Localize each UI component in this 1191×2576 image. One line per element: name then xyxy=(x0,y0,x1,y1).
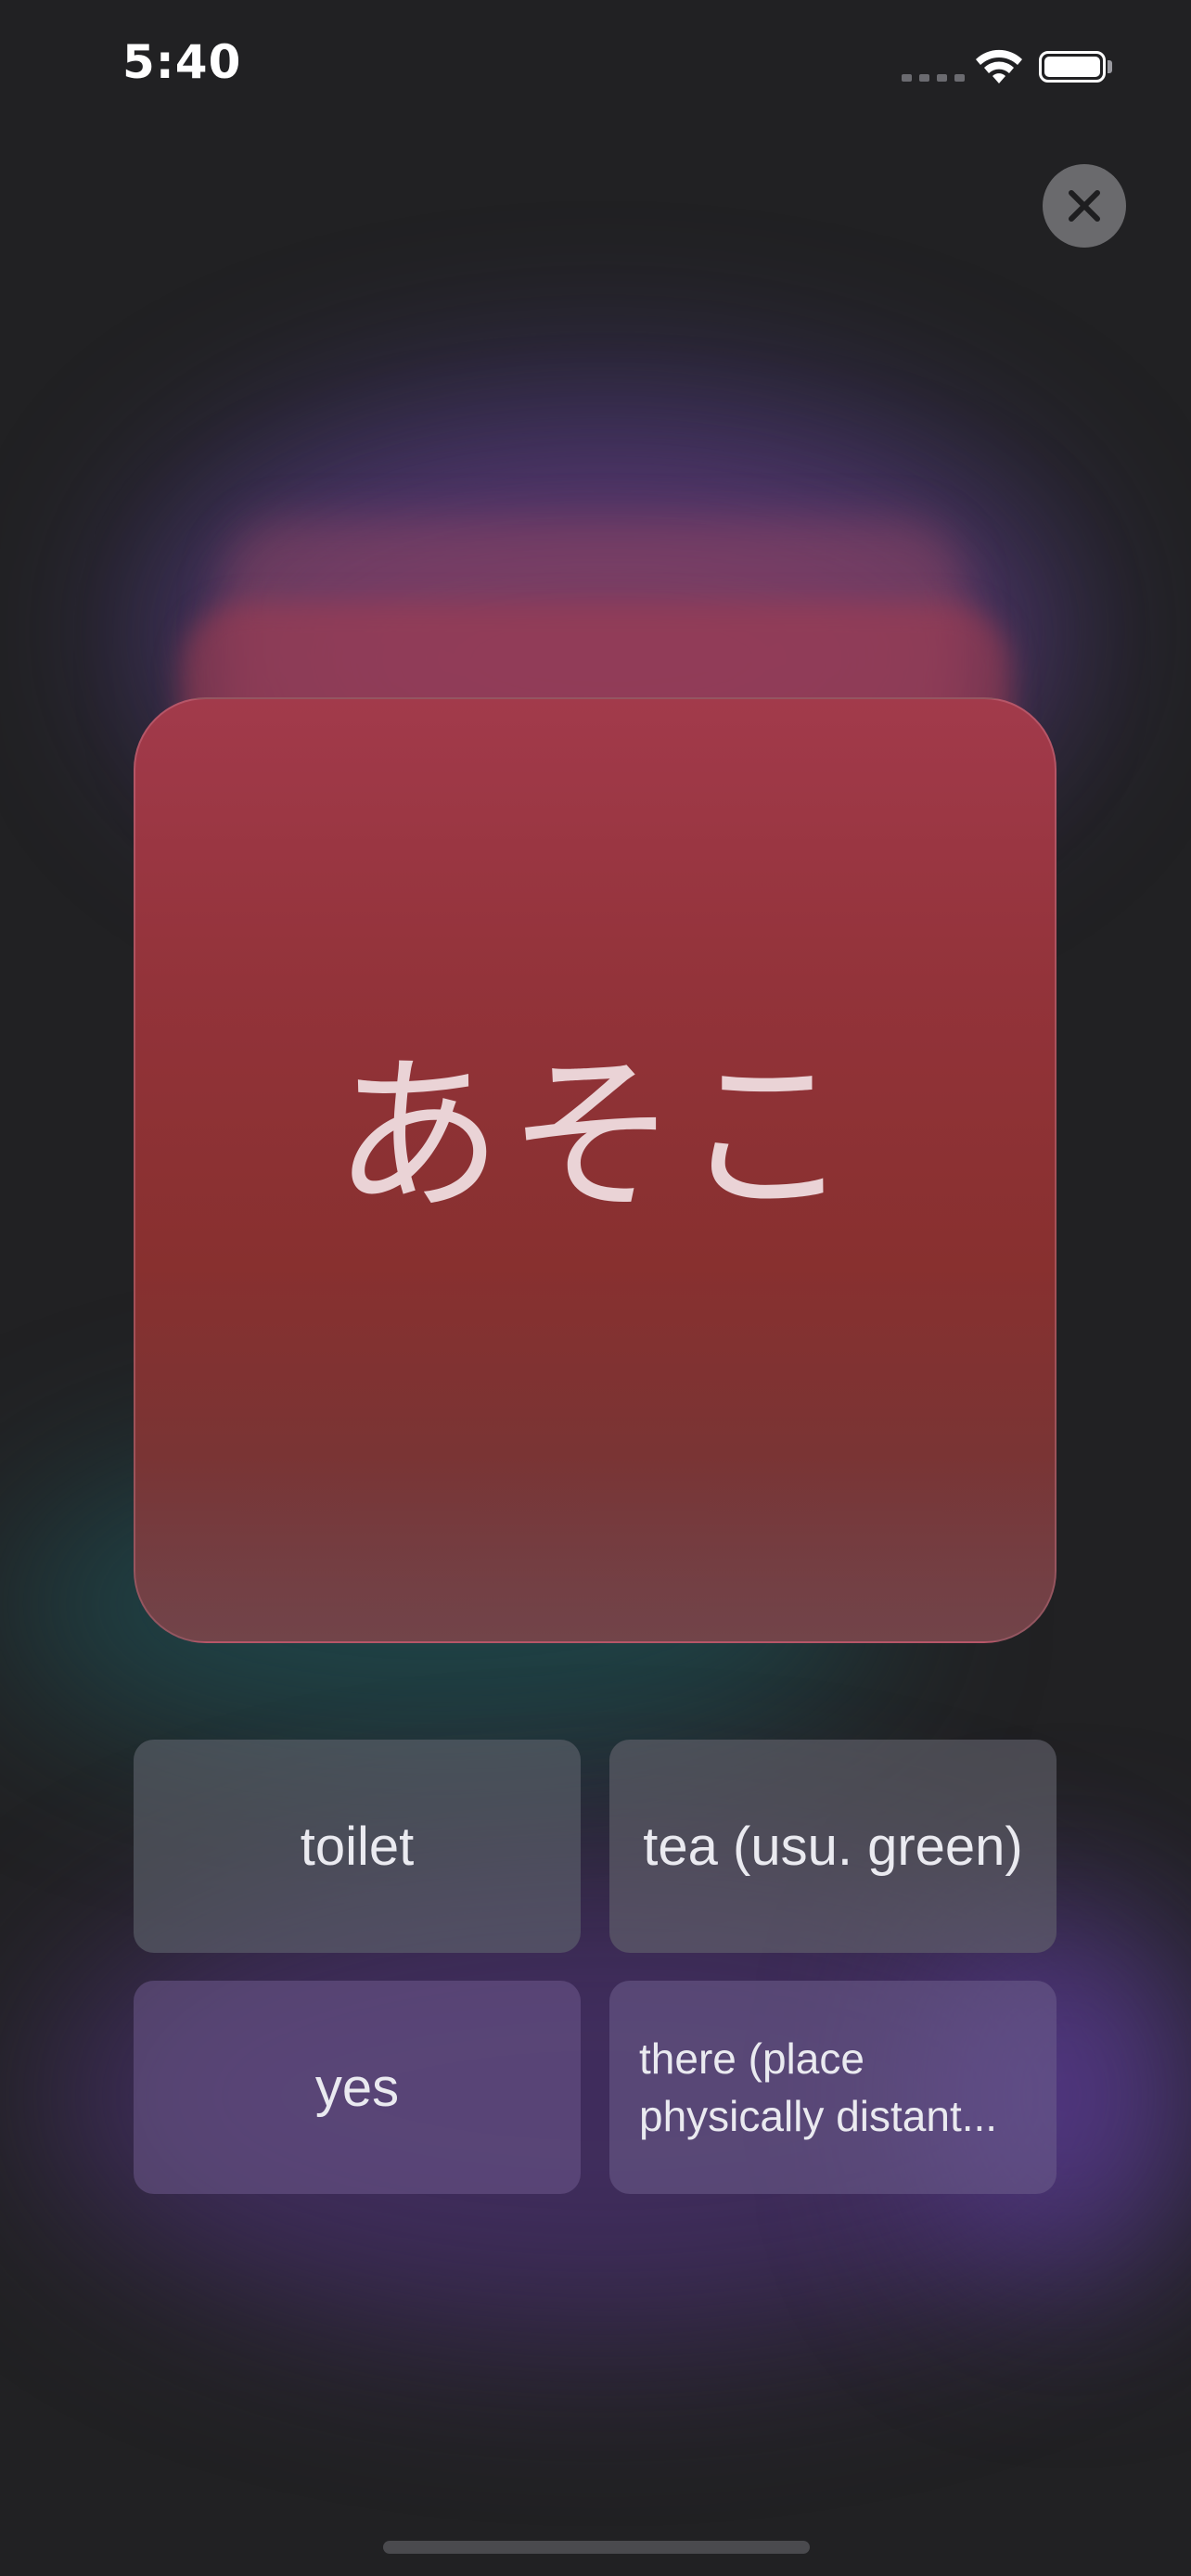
close-button[interactable] xyxy=(1043,164,1126,248)
answer-option[interactable]: yes xyxy=(134,1981,581,2194)
battery-nub xyxy=(1108,60,1112,73)
answer-option[interactable]: there (place physically distant... xyxy=(609,1981,1057,2194)
answer-option[interactable]: tea (usu. green) xyxy=(609,1740,1057,1953)
close-icon xyxy=(1069,190,1100,222)
answer-options: toilet tea (usu. green) yes there (place… xyxy=(134,1740,1057,2194)
home-indicator[interactable] xyxy=(383,2541,810,2554)
cellular-signal-icon xyxy=(902,74,965,82)
wifi-icon xyxy=(976,49,1022,83)
flashcard[interactable]: あそこ xyxy=(134,697,1057,1643)
answer-option[interactable]: toilet xyxy=(134,1740,581,1953)
battery-icon xyxy=(1039,51,1106,83)
status-bar: 5:40 xyxy=(0,0,1191,139)
status-time: 5:40 xyxy=(122,35,242,89)
flashcard-word: あそこ xyxy=(333,1038,857,1234)
